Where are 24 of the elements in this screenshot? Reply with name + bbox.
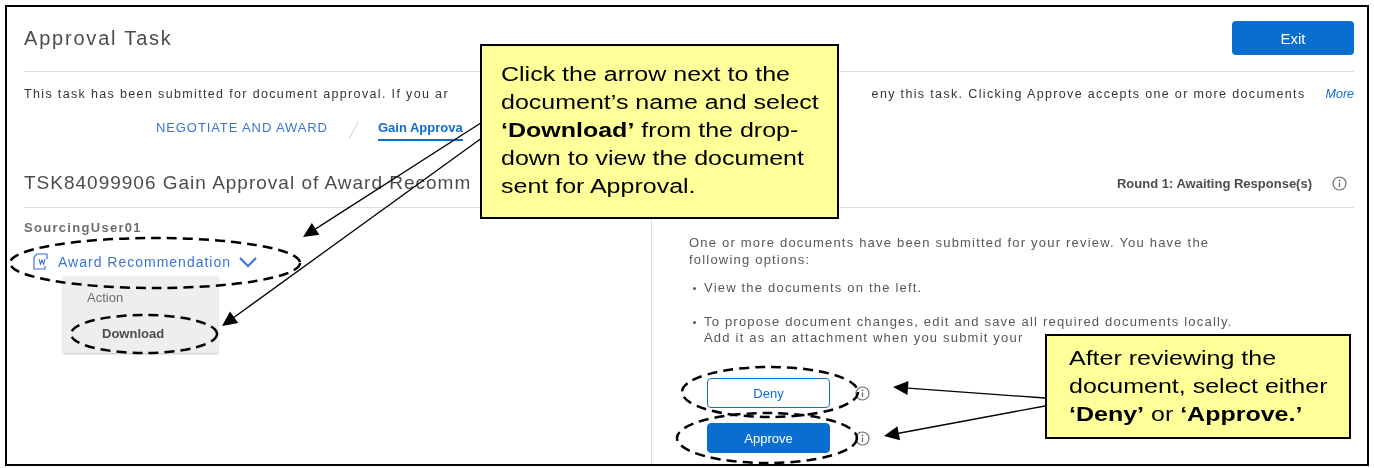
- exit-button[interactable]: Exit: [1232, 21, 1354, 55]
- description-text: This task has been submitted for document approval. If you ar: [24, 87, 449, 101]
- instructions-text: One or more documents have been submitted for your review. You have the following options:: [689, 234, 1211, 268]
- status-text: Round 1: Awaiting Response(s): [1117, 175, 1312, 191]
- breadcrumb-link[interactable]: Gain Approva: [377, 119, 463, 141]
- action-button[interactable]: Approve: [707, 423, 830, 453]
- bullet-dot: [693, 287, 696, 290]
- info-icon[interactable]: [855, 385, 870, 401]
- callout-note: Click the arrow next to the document’s name and select ‘Download’ from the drop-down to view the document sent for Approval.: [480, 44, 839, 219]
- more-link[interactable]: More: [1325, 87, 1354, 101]
- bullet-dot: [693, 321, 696, 324]
- info-icon[interactable]: [855, 430, 870, 446]
- callout-note: After reviewing the document, select either ‘Deny’ or ‘Approve.’: [1045, 334, 1351, 439]
- chevron-down-icon[interactable]: [239, 256, 258, 268]
- bullet-text: View the documents on the left.: [704, 280, 923, 296]
- document-link[interactable]: Award Recommendation: [58, 254, 232, 270]
- document-icon: [30, 253, 50, 271]
- breadcrumb-link[interactable]: NEGOTIATE AND AWARD: [156, 119, 328, 141]
- page-title: Approval Task: [24, 26, 173, 50]
- description-text: eny this task. Clicking Approve accepts one or more documents: [871, 87, 1306, 101]
- user-name: SourcingUser01: [24, 220, 143, 235]
- action-button[interactable]: Deny: [707, 378, 830, 408]
- menu-item[interactable]: Download: [63, 305, 218, 341]
- menu-header: Action: [86, 289, 125, 305]
